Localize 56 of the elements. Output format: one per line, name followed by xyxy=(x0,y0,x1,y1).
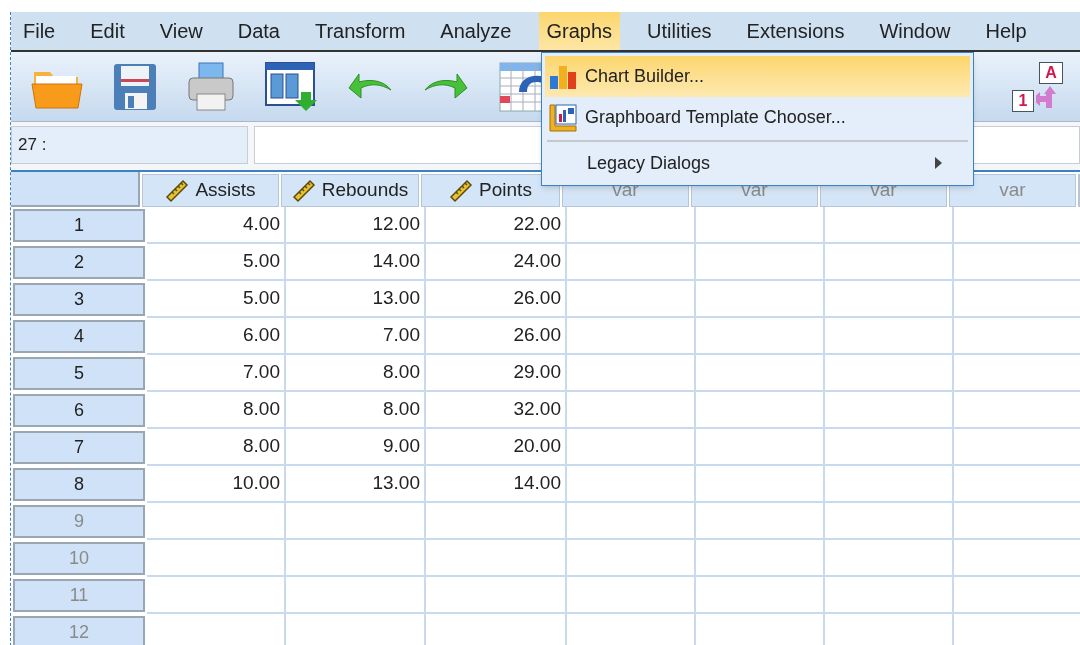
table-cell: 5.00 xyxy=(147,281,286,318)
menu-item[interactable]: Transform xyxy=(306,12,414,50)
column-header[interactable]: Points xyxy=(421,174,560,207)
table-cell: 26.00 xyxy=(426,281,567,318)
cell-reference: 27 : xyxy=(18,134,47,157)
table-cell: 14.00 xyxy=(426,466,567,503)
menu-item[interactable]: Analyze xyxy=(432,12,520,50)
table-cell: 7.00 xyxy=(147,355,286,392)
table-cell: 6.00 xyxy=(147,318,286,355)
row-header[interactable]: 6 xyxy=(13,394,145,427)
table-cell: 29.00 xyxy=(426,355,567,392)
table-cell: 24.00 xyxy=(426,244,567,281)
row-header[interactable]: 8 xyxy=(13,468,145,501)
row-header[interactable]: 4 xyxy=(13,320,145,353)
table-cell: 8.00 xyxy=(147,429,286,466)
menu-item[interactable]: Extensions xyxy=(738,12,853,50)
table-cell: 14.00 xyxy=(286,244,426,281)
column-header[interactable]: Assists xyxy=(142,174,279,207)
table-cell: 12.00 xyxy=(286,207,426,244)
table-cell: 13.00 xyxy=(286,281,426,318)
menu-entry[interactable]: Graphboard Template Chooser... xyxy=(545,97,970,138)
menu-item[interactable]: Edit xyxy=(82,12,133,50)
table-cell: 7.00 xyxy=(286,318,426,355)
table-cell: 8.00 xyxy=(286,392,426,429)
row-header[interactable]: 2 xyxy=(13,246,145,279)
data-window-icon[interactable] xyxy=(265,61,317,112)
row-header[interactable]: 7 xyxy=(13,431,145,464)
menu-item[interactable]: Window xyxy=(871,12,959,50)
table-cell: 10.00 xyxy=(147,466,286,503)
hook-arrow-icon xyxy=(1036,86,1056,108)
bar-chart-icon xyxy=(549,63,577,90)
row-header[interactable]: 5 xyxy=(13,357,145,390)
table-cell: 8.00 xyxy=(286,355,426,392)
table-cell: 9.00 xyxy=(286,429,426,466)
row-header[interactable]: 1 xyxy=(13,209,145,242)
column-header[interactable]: Rebounds xyxy=(281,174,419,207)
menu-item[interactable]: Data xyxy=(229,12,288,50)
graphboard-icon xyxy=(549,103,577,132)
table-cell: 26.00 xyxy=(426,318,567,355)
table-cell: 13.00 xyxy=(286,466,426,503)
table-cell: 20.00 xyxy=(426,429,567,466)
menu-item[interactable]: Help xyxy=(977,12,1035,50)
menu-item[interactable]: Graphs xyxy=(538,12,621,50)
save-icon[interactable] xyxy=(113,62,157,111)
menu-item[interactable]: File xyxy=(15,12,64,50)
table-cell: 4.00 xyxy=(147,207,286,244)
value-labels-button[interactable]: A 1 xyxy=(1010,60,1066,116)
print-icon[interactable] xyxy=(187,61,235,112)
table-cell: 22.00 xyxy=(426,207,567,244)
table-cell: 32.00 xyxy=(426,392,567,429)
menu-item[interactable]: Utilities xyxy=(639,12,720,50)
table-cell: 5.00 xyxy=(147,244,286,281)
table-cell: 8.00 xyxy=(147,392,286,429)
menu-item[interactable]: View xyxy=(151,12,211,50)
menu-entry[interactable]: Chart Builder... xyxy=(545,56,970,97)
row-header[interactable]: 3 xyxy=(13,283,145,316)
